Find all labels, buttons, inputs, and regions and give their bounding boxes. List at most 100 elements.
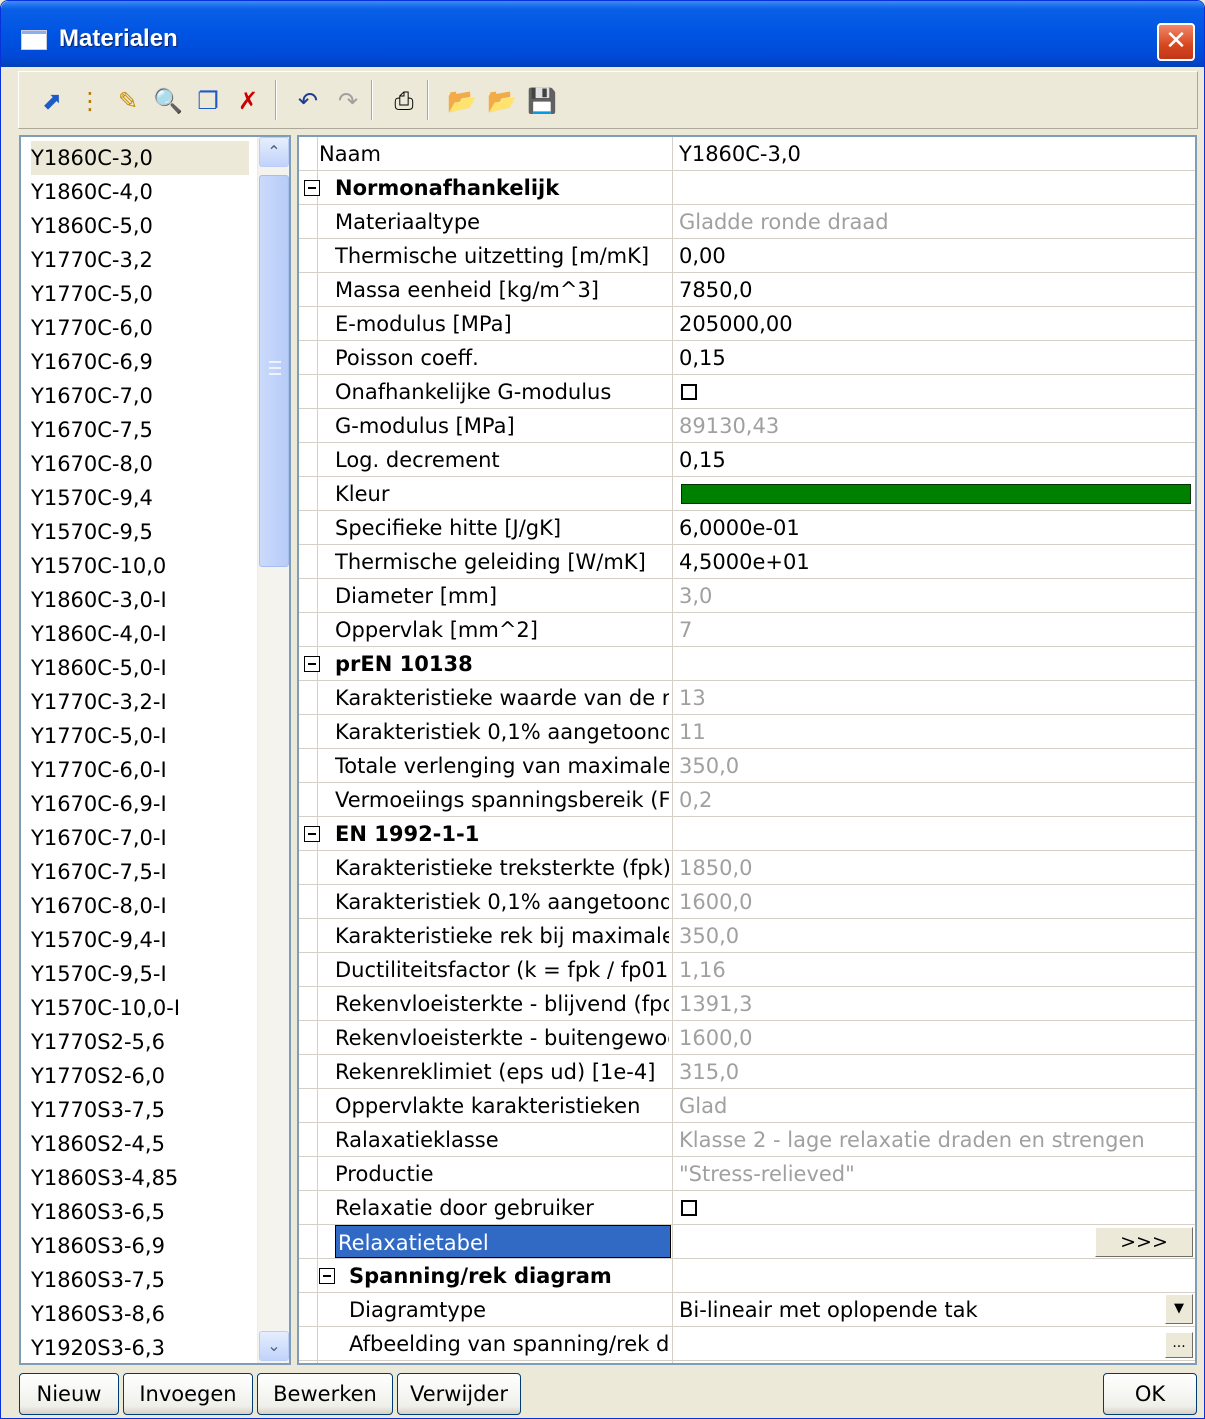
property-row[interactable]: Kleur xyxy=(299,477,1195,511)
property-value[interactable]: 6,0000e-01 xyxy=(679,511,1191,544)
property-row[interactable]: Productie "Stress-relieved" xyxy=(299,1157,1195,1191)
property-value[interactable]: 0,00 xyxy=(679,239,1191,272)
list-item[interactable]: Y1770C-5,0 xyxy=(31,277,249,311)
property-row[interactable]: Log. decrement 0,15 xyxy=(299,443,1195,477)
redo-icon[interactable]: ↷ xyxy=(331,84,365,118)
property-row[interactable]: Oppervlak [mm^2] 7 xyxy=(299,613,1195,647)
list-item[interactable]: Y1860C-3,0-I xyxy=(31,583,249,617)
list-item[interactable]: Y1570C-9,5-I xyxy=(31,957,249,991)
list-item[interactable]: Y1570C-9,4 xyxy=(31,481,249,515)
tree-icon[interactable]: ⋮ xyxy=(73,84,107,118)
edit-pencil-icon[interactable]: ✎ xyxy=(111,84,145,118)
property-row[interactable]: Karakteristiek 0,1% aangetoonde... 1600,0 xyxy=(299,885,1195,919)
category-row[interactable]: Normonafhankelijk xyxy=(299,171,1195,205)
collapse-icon[interactable] xyxy=(304,826,320,842)
property-row[interactable]: Karakteristiek 0,1% aangetoonde... 11 xyxy=(299,715,1195,749)
list-item[interactable]: Y1770C-3,2-I xyxy=(31,685,249,719)
list-item[interactable]: Y1670C-8,0-I xyxy=(31,889,249,923)
list-item[interactable]: Y1860C-3,0 xyxy=(31,141,249,175)
copy-icon[interactable]: ❐ xyxy=(191,84,225,118)
property-row[interactable]: Materiaaltype Gladde ronde draad xyxy=(299,205,1195,239)
property-value[interactable]: Y1860C-3,0 xyxy=(679,137,1191,170)
list-item[interactable]: Y1670C-6,9-I xyxy=(31,787,249,821)
property-row[interactable]: Onafhankelijke G-modulus xyxy=(299,375,1195,409)
property-row[interactable]: Poisson coeff. 0,15 xyxy=(299,341,1195,375)
property-row[interactable]: Specifieke hitte [J/gK] 6,0000e-01 xyxy=(299,511,1195,545)
list-item[interactable]: Y1920S3-6,3 xyxy=(31,1331,249,1363)
undo-icon[interactable]: ↶ xyxy=(291,84,325,118)
property-row[interactable]: Rekenreklimiet (eps ud) [1e-4] 315,0 xyxy=(299,1055,1195,1089)
property-row[interactable]: Vermoeiings spanningsbereik (Fr)... 0,2 xyxy=(299,783,1195,817)
open-folder-2-icon[interactable]: 📂 xyxy=(485,84,519,118)
list-item[interactable]: Y1570C-10,0 xyxy=(31,549,249,583)
find-icon[interactable]: 🔍 xyxy=(151,84,185,118)
new-button[interactable]: Nieuw xyxy=(19,1373,119,1415)
list-item[interactable]: Y1860C-5,0-I xyxy=(31,651,249,685)
apply-icon[interactable]: ⬈ xyxy=(35,84,69,118)
category-row[interactable]: EN 1992-1-1 xyxy=(299,817,1195,851)
collapse-icon[interactable] xyxy=(304,656,320,672)
scroll-down-icon[interactable]: ⌄ xyxy=(259,1331,289,1361)
title-bar[interactable]: Materialen ✕ xyxy=(1,1,1204,67)
list-item[interactable]: Y1570C-10,0-I xyxy=(31,991,249,1025)
close-button[interactable]: ✕ xyxy=(1157,23,1195,61)
property-row[interactable]: Afbeelding van spanning/rek di...... xyxy=(299,1327,1195,1361)
list-item[interactable]: Y1860C-4,0-I xyxy=(31,617,249,651)
list-item[interactable]: Y1770S2-6,0 xyxy=(31,1059,249,1093)
property-checkbox[interactable] xyxy=(681,384,697,400)
category-row[interactable]: Spanning/rek diagram xyxy=(299,1259,1195,1293)
property-value[interactable]: 0,15 xyxy=(679,341,1191,374)
property-row[interactable]: E-modulus [MPa] 205000,00 xyxy=(299,307,1195,341)
property-row[interactable]: Ductiliteitsfactor (k = fpk / fp01k)... 1… xyxy=(299,953,1195,987)
property-row[interactable]: Oppervlakte karakteristieken Glad xyxy=(299,1089,1195,1123)
color-swatch[interactable] xyxy=(681,484,1191,504)
property-row[interactable]: Karakteristieke rek bij maximale b... 350… xyxy=(299,919,1195,953)
list-item[interactable]: Y1670C-6,9 xyxy=(31,345,249,379)
property-row[interactable]: Totale verlenging van maximale ... 350,0 xyxy=(299,749,1195,783)
property-row[interactable]: Relaxatie door gebruiker xyxy=(299,1191,1195,1225)
list-item[interactable]: Y1770S2-5,6 xyxy=(31,1025,249,1059)
list-item[interactable]: Y1860C-5,0 xyxy=(31,209,249,243)
property-row[interactable]: Karakteristieke waarde van de m... 13 xyxy=(299,681,1195,715)
list-item[interactable]: Y1770C-5,0-I xyxy=(31,719,249,753)
list-item[interactable]: Y1670C-8,0 xyxy=(31,447,249,481)
ok-button[interactable]: OK xyxy=(1103,1373,1197,1415)
list-item[interactable]: Y1570C-9,5 xyxy=(31,515,249,549)
collapse-icon[interactable] xyxy=(304,180,320,196)
property-value[interactable]: 0,15 xyxy=(679,443,1191,476)
collapse-icon[interactable] xyxy=(319,1268,335,1284)
property-checkbox[interactable] xyxy=(681,1200,697,1216)
list-item[interactable]: Y1770C-3,2 xyxy=(31,243,249,277)
scroll-thumb[interactable] xyxy=(259,175,289,567)
property-row[interactable]: Naam Y1860C-3,0 xyxy=(299,137,1195,171)
insert-button[interactable]: Invoegen xyxy=(123,1373,253,1415)
list-item[interactable]: Y1860S3-6,5 xyxy=(31,1195,249,1229)
list-item[interactable]: Y1860S3-4,85 xyxy=(31,1161,249,1195)
property-value[interactable]: 205000,00 xyxy=(679,307,1191,340)
property-row[interactable]: Massa eenheid [kg/m^3] 7850,0 xyxy=(299,273,1195,307)
property-row[interactable]: Karakteristieke treksterkte (fpk) [... 18… xyxy=(299,851,1195,885)
property-row[interactable]: G-modulus [MPa] 89130,43 xyxy=(299,409,1195,443)
list-item[interactable]: Y1770C-6,0-I xyxy=(31,753,249,787)
category-row[interactable]: prEN 10138 xyxy=(299,647,1195,681)
save-icon[interactable]: 💾 xyxy=(525,84,559,118)
list-item[interactable]: Y1860C-4,0 xyxy=(31,175,249,209)
property-row[interactable]: Diagramtype Bi-lineair met oplopende tak ▼ xyxy=(299,1293,1195,1327)
list-item[interactable]: Y1570C-9,4-I xyxy=(31,923,249,957)
print-icon[interactable]: ⎙ xyxy=(387,84,421,118)
list-item[interactable]: Y1670C-7,5 xyxy=(31,413,249,447)
list-item[interactable]: Y1670C-7,0 xyxy=(31,379,249,413)
delete-icon[interactable]: ✗ xyxy=(231,84,265,118)
delete-button[interactable]: Verwijder xyxy=(397,1373,521,1415)
list-item[interactable]: Y1860S3-6,9 xyxy=(31,1229,249,1263)
property-row[interactable]: Relaxatietabel >>> xyxy=(299,1225,1195,1259)
property-row[interactable]: Thermische geleiding [W/mK] 4,5000e+01 xyxy=(299,545,1195,579)
list-scrollbar[interactable]: ⌃ ⌄ xyxy=(257,137,289,1363)
list-item[interactable]: Y1670C-7,5-I xyxy=(31,855,249,889)
browse-button[interactable]: ... xyxy=(1165,1332,1193,1358)
list-item[interactable]: Y1860S3-8,6 xyxy=(31,1297,249,1331)
property-value[interactable]: 4,5000e+01 xyxy=(679,545,1191,578)
material-list[interactable]: Y1920S3-6,3 Y1860S3-8,6 Y1860S3-7,5 Y1860S3… xyxy=(19,135,291,1365)
list-item[interactable]: Y1860S2-4,5 xyxy=(31,1127,249,1161)
list-item[interactable]: Y1670C-7,0-I xyxy=(31,821,249,855)
